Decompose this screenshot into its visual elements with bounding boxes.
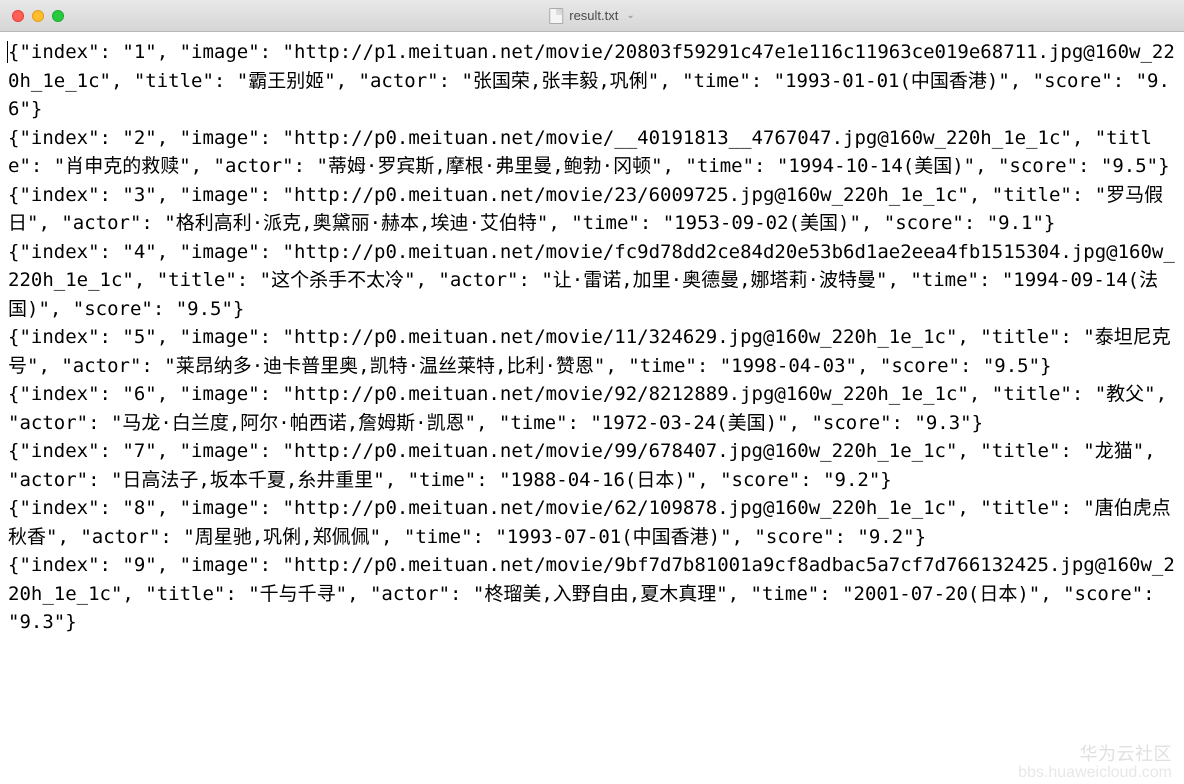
window-title-text: result.txt: [569, 8, 618, 23]
file-body-text: {"index": "1", "image": "http://p1.meitu…: [8, 41, 1178, 633]
window-titlebar[interactable]: result.txt ⌄: [0, 0, 1184, 32]
traffic-lights: [12, 10, 64, 22]
text-editor-window: result.txt ⌄ {"index": "1", "image": "ht…: [0, 0, 1184, 784]
text-content-area[interactable]: {"index": "1", "image": "http://p1.meitu…: [0, 32, 1184, 784]
zoom-window-button[interactable]: [52, 10, 64, 22]
minimize-window-button[interactable]: [32, 10, 44, 22]
watermark-text: 华为云社区: [1080, 740, 1173, 766]
document-icon: [549, 8, 563, 24]
close-window-button[interactable]: [12, 10, 24, 22]
chevron-down-icon[interactable]: ⌄: [626, 10, 634, 21]
window-title-area[interactable]: result.txt ⌄: [549, 8, 635, 24]
watermark-url: bbs.huaweicloud.com: [1018, 764, 1172, 782]
